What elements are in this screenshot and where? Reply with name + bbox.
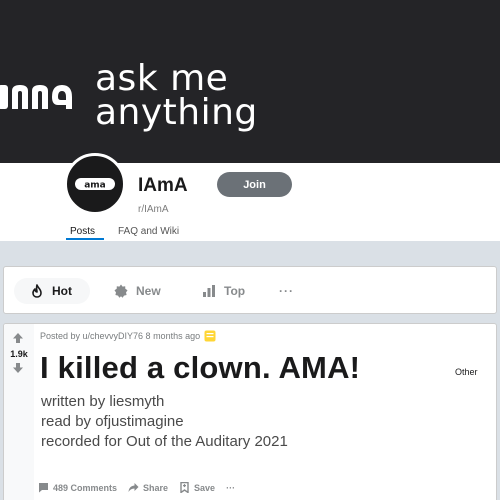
- bar-chart-icon: [203, 285, 215, 297]
- bookmark-icon: [180, 482, 189, 493]
- community-banner: ask me anything: [0, 0, 500, 163]
- post-actions: 489 Comments Share Save ···: [38, 482, 246, 493]
- share-arrow-icon: [128, 483, 139, 492]
- community-title: IAmA: [138, 175, 188, 196]
- upvote-icon[interactable]: [12, 332, 24, 344]
- sort-top-button[interactable]: Top: [202, 278, 245, 304]
- post-body-line: recorded for Out of the Auditary 2021: [41, 433, 288, 450]
- banner-line-2: anything: [95, 92, 258, 133]
- post-body-line: written by liesmyth: [41, 393, 165, 410]
- post-card[interactable]: 1.9k Posted by u/chevvyDIY76 8 months ag…: [3, 323, 497, 500]
- ama-logo-icon: ama: [75, 178, 115, 191]
- sort-new-label: New: [136, 284, 161, 298]
- share-label: Share: [143, 482, 169, 493]
- community-name: r/IAmA: [138, 204, 169, 215]
- new-badge-icon: [114, 284, 128, 298]
- sort-bar: Hot New Top ···: [3, 266, 497, 314]
- sort-more-button[interactable]: ···: [279, 278, 294, 304]
- post-meta-text: Posted by u/chevvyDIY76 8 months ago: [40, 331, 201, 341]
- community-avatar[interactable]: ama: [64, 153, 126, 215]
- award-icon: [204, 330, 216, 342]
- comments-button[interactable]: 489 Comments: [38, 482, 117, 493]
- post-flair[interactable]: Other: [455, 367, 478, 377]
- share-button[interactable]: Share: [128, 482, 168, 493]
- post-title[interactable]: I killed a clown. AMA!: [40, 350, 360, 386]
- downvote-icon[interactable]: [12, 362, 24, 374]
- post-body: written by liesmyth read by ofjustimagin…: [41, 392, 288, 452]
- sort-hot-button[interactable]: Hot: [14, 278, 90, 304]
- tab-posts[interactable]: Posts: [70, 226, 95, 237]
- vote-column: 1.9k: [4, 324, 34, 500]
- flame-icon: [32, 284, 42, 298]
- banner-headline: ask me anything: [95, 58, 258, 133]
- active-tab-indicator: [66, 238, 104, 240]
- post-body-line: read by ofjustimagine: [41, 413, 184, 430]
- join-button[interactable]: Join: [217, 172, 292, 197]
- post-meta: Posted by u/chevvyDIY76 8 months ago: [40, 330, 216, 342]
- sort-top-label: Top: [224, 284, 246, 298]
- avatar-logo-text: ama: [84, 181, 106, 191]
- sort-hot-label: Hot: [52, 284, 72, 298]
- post-more-button[interactable]: ···: [226, 483, 235, 493]
- save-label: Save: [194, 482, 216, 493]
- comment-icon: [39, 483, 48, 493]
- vote-count: 1.9k: [10, 349, 28, 359]
- comments-label: 489 Comments: [53, 482, 118, 493]
- sort-new-button[interactable]: New: [114, 278, 161, 304]
- tab-faq-and-wiki[interactable]: FAQ and Wiki: [118, 226, 179, 237]
- save-button[interactable]: Save: [179, 482, 215, 493]
- banner-ama-logo-fragment: [0, 85, 72, 109]
- banner-line-1: ask me: [95, 58, 229, 99]
